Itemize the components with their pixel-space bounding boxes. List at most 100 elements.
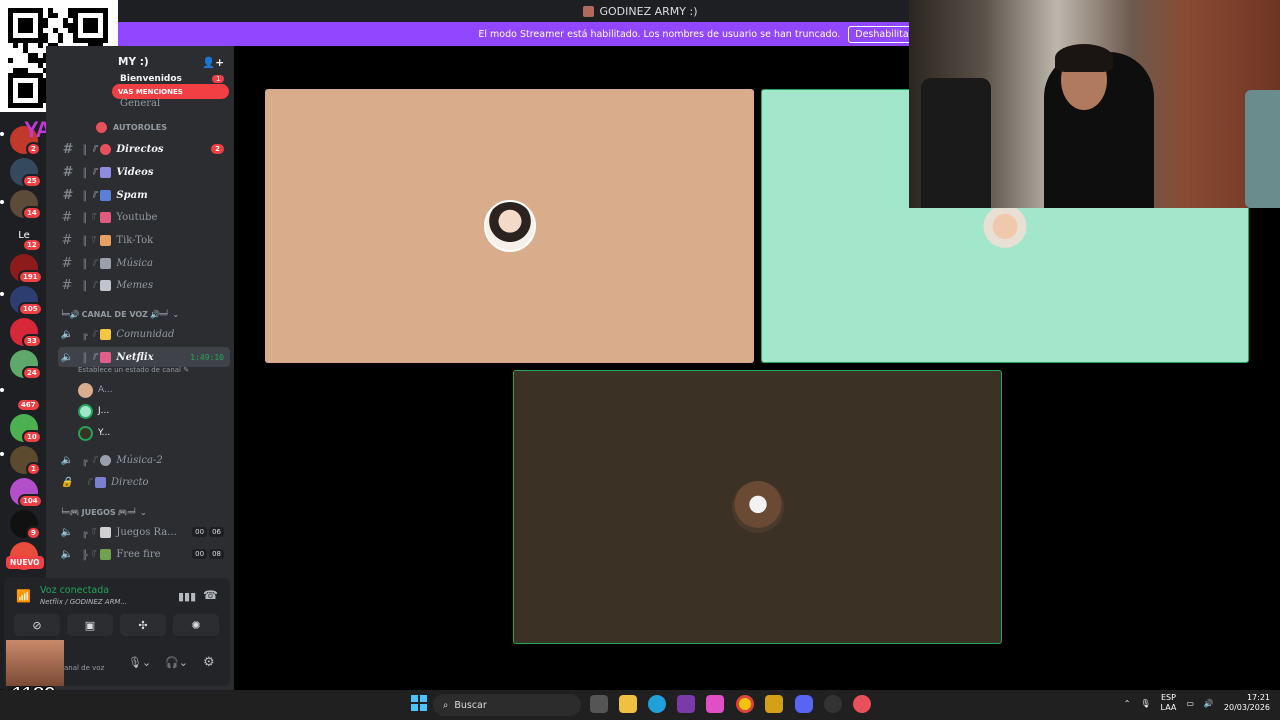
voice-channel-musica2[interactable]: 🔈 ╔『 Música-2 (58, 450, 230, 470)
file-explorer-icon[interactable] (619, 695, 637, 713)
hash-icon: # (61, 232, 73, 248)
unread-dot (0, 200, 4, 204)
channel-decoration: ║『 (82, 236, 97, 247)
category-voice[interactable]: ╘═🔊 CANAL DE VOZ 🔊═╛ ⌄ (60, 310, 179, 319)
channel-youtube[interactable]: # ║『 Youtube (58, 207, 230, 227)
soundboard-button[interactable]: ✺ (173, 614, 219, 636)
avatar (78, 425, 93, 441)
unread-badge: 2 (26, 142, 41, 156)
chrome-icon[interactable] (736, 695, 754, 713)
channel-musica[interactable]: # ║『 Música (58, 253, 230, 273)
headphones-icon[interactable]: 🎧⌄ (165, 656, 188, 669)
channel-label: Tik-Tok (116, 234, 154, 246)
copilot-icon[interactable] (706, 695, 724, 713)
streamer-message: El modo Streamer está habilitado. Los no… (478, 28, 841, 40)
voice-user[interactable]: Y... (78, 424, 110, 442)
voice-channel-comunidad[interactable]: 🔈 ╔『 Comunidad (58, 324, 230, 344)
input-language[interactable]: ESP LAA (1161, 693, 1177, 713)
language-layout: LAA (1160, 703, 1177, 712)
windows-taskbar (0, 690, 1280, 720)
edge-icon[interactable] (648, 695, 666, 713)
channel-videos[interactable]: # ║『 Videos (58, 162, 230, 182)
signal-icon[interactable]: 📶 (16, 589, 31, 603)
avatar (78, 382, 93, 398)
participant-avatar (483, 200, 536, 252)
user-count: 00 08 (192, 549, 224, 559)
chevron-up-icon[interactable]: ⌃ (1124, 699, 1131, 708)
voice-channel-info[interactable]: Netflix / GODINEZ ARM... (40, 598, 127, 606)
channel-bienvenidos[interactable]: Bienvenidos (120, 74, 182, 84)
voice-channel-free-fire[interactable]: 🔈 ╠『 Free fire 00 08 (58, 544, 230, 564)
channel-memes[interactable]: # ║『 Memes (58, 275, 230, 295)
speaker-icon: 🔈 (60, 328, 74, 340)
count-limit: 08 (209, 549, 224, 559)
channel-label: Juegos Ra... (116, 526, 177, 538)
channel-decoration: ║『 (82, 353, 97, 364)
microphone-icon[interactable]: 🎙⌄ (128, 656, 151, 669)
channel-decoration: ╠『 (82, 550, 97, 561)
language-code: ESP (1160, 693, 1176, 702)
app-icon[interactable] (677, 695, 695, 713)
camera-off-button[interactable]: ⊘ (14, 614, 60, 636)
channel-decoration: 『 (82, 478, 92, 489)
volume-icon[interactable]: 🔊 (1204, 699, 1214, 708)
netflix-icon (100, 351, 112, 363)
unread-badge: 467 (16, 398, 41, 412)
background-plant (1245, 90, 1280, 208)
voice-user[interactable]: A... (78, 381, 113, 399)
unread-badge: 14 (22, 206, 42, 220)
channel-decoration: ║『 (82, 168, 97, 179)
participant-tile[interactable] (513, 370, 1002, 644)
chevron-down-icon: 🔊═╛ ⌄ (149, 310, 180, 319)
disconnect-icon[interactable]: ☎ (203, 588, 218, 602)
unread-badge: 12 (22, 238, 42, 252)
call-timer: 1:49:10 (190, 352, 224, 362)
voice-channel-juegos[interactable]: 🔈 ╔『 Juegos Ra... 00 06 (58, 522, 230, 542)
screen-share-button[interactable]: ▣ (67, 614, 113, 636)
category-games[interactable]: ╘═🎮 JUEGOS 🎮═╛ ⌄ (60, 508, 147, 517)
activities-button[interactable]: ✣ (120, 614, 166, 636)
channel-label: Youtube (116, 211, 158, 223)
mention-badge: 2 (211, 144, 224, 154)
channel-spam[interactable]: # ║『 Spam (58, 185, 230, 205)
user-name: J... (98, 406, 110, 416)
hash-icon: # (62, 187, 72, 203)
obs-icon[interactable] (824, 695, 842, 713)
voice-channel-directo[interactable]: 🔒 『 Directo (58, 472, 230, 492)
server-header[interactable]: MY :) 👤+ (118, 52, 234, 72)
unread-badge: 1 (26, 462, 41, 476)
participant-tile[interactable] (265, 89, 754, 363)
participant-avatar (731, 481, 784, 533)
hash-icon: # (61, 277, 73, 293)
browser-icon[interactable] (853, 695, 871, 713)
taskbar-search[interactable]: ⌕ Buscar (433, 694, 581, 716)
network-icon[interactable]: ▭ (1186, 699, 1194, 708)
category-label: CANAL DE VOZ (81, 310, 148, 319)
task-view-icon[interactable] (590, 695, 608, 713)
microphone-icon[interactable]: 🎙 (1140, 699, 1150, 708)
user-name: A... (98, 385, 113, 395)
hash-icon: # (62, 141, 72, 157)
voice-channel-netflix[interactable]: 🔈 ║『 Netflix 1:49:10 (58, 347, 230, 367)
channel-directos[interactable]: # ║『 Directos 2 (58, 139, 230, 159)
category-autoroles[interactable]: AUTOROLES (96, 122, 167, 133)
channel-label: Videos (116, 166, 154, 178)
game-icon[interactable] (765, 695, 783, 713)
channel-decoration: ║『 (82, 145, 97, 156)
activities-icon: ✣ (138, 618, 148, 632)
count-current: 00 (192, 549, 208, 559)
channel-general[interactable]: General (120, 98, 160, 109)
settings-gear-icon[interactable]: ⚙ (203, 655, 215, 670)
clock[interactable]: 17:21 20/03/2026 (1224, 693, 1270, 713)
noise-suppression-icon[interactable]: ▮▮▮ (178, 590, 196, 603)
channel-status-prompt[interactable]: Establece un estado de canal ✎ (78, 366, 189, 374)
voice-user[interactable]: J... (78, 402, 109, 420)
add-member-icon[interactable]: 👤+ (202, 56, 224, 69)
new-mentions-pill[interactable]: VAS MENCIONES (112, 84, 229, 99)
hash-icon: # (61, 209, 73, 225)
windows-start-icon[interactable] (411, 695, 427, 711)
channel-label: Free fire (116, 548, 161, 560)
channel-tiktok[interactable]: # ║『 Tik-Tok (58, 230, 230, 250)
unread-dot (0, 388, 4, 392)
discord-icon[interactable] (795, 695, 813, 713)
